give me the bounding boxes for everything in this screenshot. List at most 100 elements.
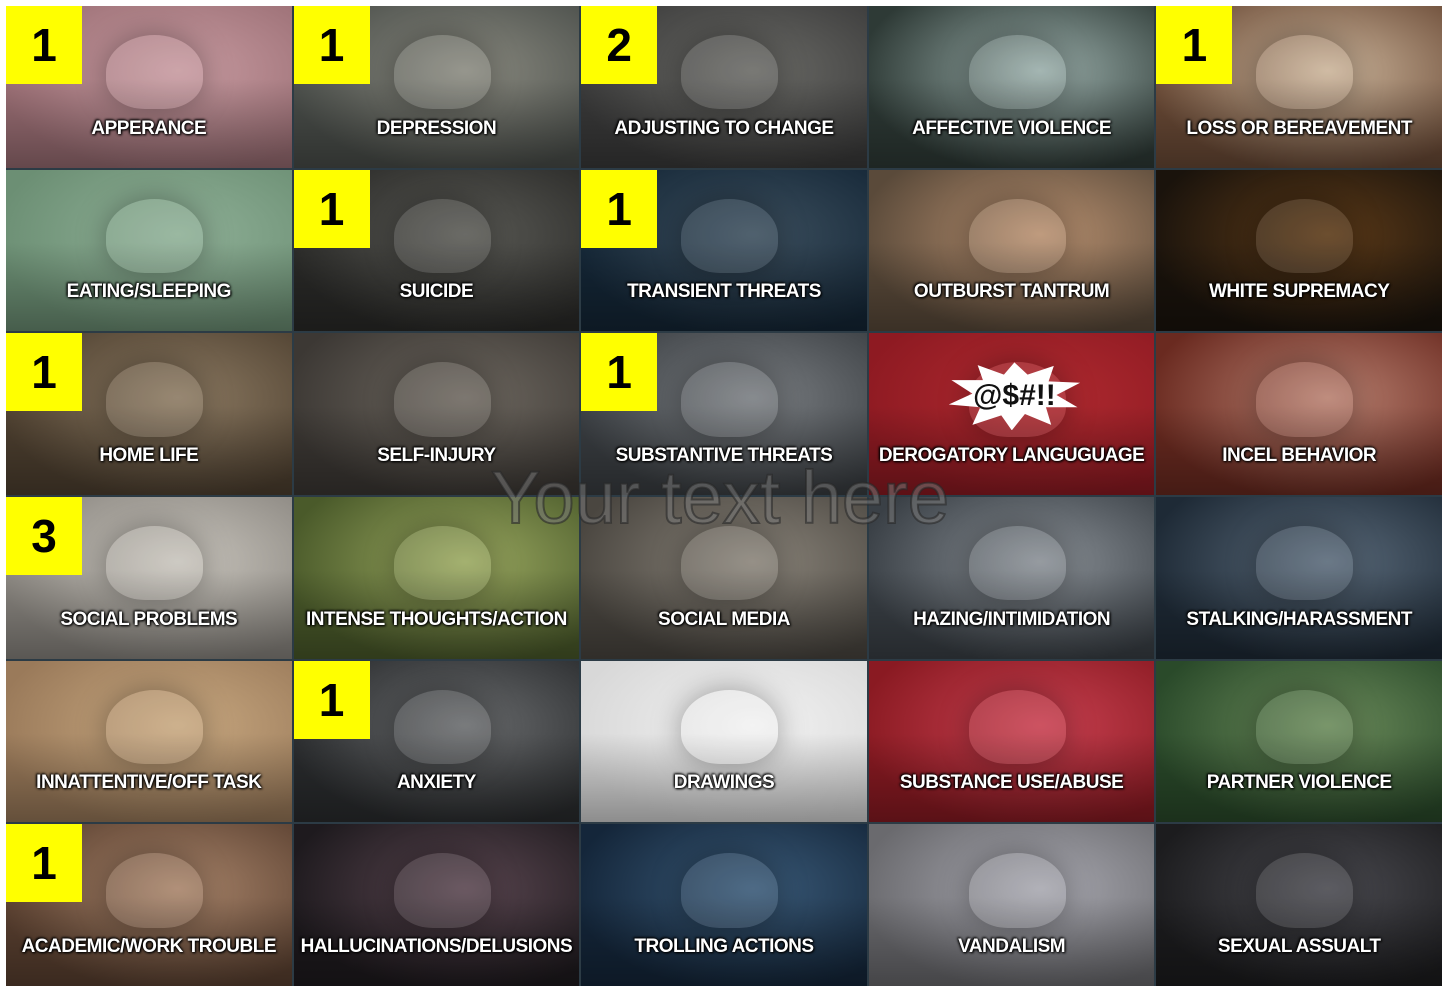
tile-label: WHITE SUPREMACY xyxy=(1208,281,1390,303)
count-badge: 1 xyxy=(1156,6,1233,84)
count-badge: 1 xyxy=(581,169,658,248)
concern-tile[interactable]: 1 HOME LIFE xyxy=(6,333,292,495)
tile-label: ANXIETY xyxy=(396,772,476,794)
tile-label: SEXUAL ASSUALT xyxy=(1217,936,1381,957)
torn-fabric-icon xyxy=(105,35,204,110)
blurred-face-icon xyxy=(393,853,491,928)
shadow-figure-icon xyxy=(1256,853,1354,928)
count-badge: 1 xyxy=(293,169,370,248)
tile-label: HOME LIFE xyxy=(99,445,199,466)
count-badge: 1 xyxy=(293,660,370,739)
hunched-person-icon xyxy=(393,198,491,274)
concern-tile[interactable]: VANDALISM xyxy=(868,824,1155,986)
couple-park-icon xyxy=(1256,689,1354,765)
concern-tile[interactable]: STALKING/HARASSMENT xyxy=(1156,497,1442,659)
tile-label: SUBSTANTIVE THREATS xyxy=(615,445,833,466)
tile-label: STALKING/HARASSMENT xyxy=(1186,608,1412,630)
concern-tile[interactable]: @$#!! DEROGATORY LANGUGUAGE xyxy=(868,333,1155,495)
tile-label: APPERANCE xyxy=(91,117,207,139)
count-badge: 1 xyxy=(581,333,658,412)
count-badge: 1 xyxy=(6,824,82,903)
tile-label: SUBSTANCE USE/ABUSE xyxy=(899,772,1124,794)
tile-label: ACADEMIC/WORK TROUBLE xyxy=(21,936,277,957)
frustrated-man-icon xyxy=(393,526,491,601)
gamer-headset-icon xyxy=(681,198,779,274)
concern-tile-grid: 1 APPERANCE 1 DEPRESSION 2 ADJUSTING TO CHANG… xyxy=(6,6,1442,986)
concern-tile[interactable]: 1 TRANSIENT THREATS xyxy=(581,169,867,332)
concern-tile[interactable]: SOCIAL MEDIA xyxy=(581,497,867,659)
tile-label: INCEL BEHAVIOR xyxy=(1222,445,1377,466)
concern-tile[interactable]: 1 SUBSTANTIVE THREATS xyxy=(581,333,867,495)
concern-tile[interactable]: 1 ANXIETY xyxy=(293,660,580,823)
tile-label: PARTNER VIOLENCE xyxy=(1206,772,1392,794)
concern-tile[interactable]: 3 SOCIAL PROBLEMS xyxy=(6,497,292,659)
tile-label: TROLLING ACTIONS xyxy=(634,936,814,957)
count-badge: 2 xyxy=(581,6,658,84)
concern-tile[interactable]: HALLUCINATIONS/DELUSIONS xyxy=(293,824,580,986)
tile-label: DEROGATORY LANGUGUAGE xyxy=(878,445,1145,466)
concern-tile[interactable]: SEXUAL ASSUALT xyxy=(1156,824,1442,986)
tile-label: VANDALISM xyxy=(958,936,1066,957)
concern-tile[interactable]: TROLLING ACTIONS xyxy=(581,824,867,986)
tile-label: SOCIAL MEDIA xyxy=(658,608,790,630)
grieving-person-icon xyxy=(1256,35,1354,110)
messy-room-icon xyxy=(105,362,204,437)
tile-label: SUICIDE xyxy=(399,281,474,303)
tile-label: TRANSIENT THREATS xyxy=(627,281,821,303)
red-cups-icon xyxy=(968,689,1066,765)
concern-tile[interactable]: 1 LOSS OR BEREAVEMENT xyxy=(1156,6,1442,168)
tile-label: INTENSE THOUGHTS/ACTION xyxy=(305,608,567,630)
stressed-woman-icon xyxy=(105,526,204,601)
concern-tile[interactable]: INCEL BEHAVIOR xyxy=(1156,333,1442,495)
concern-tile[interactable]: OUTBURST TANTRUM xyxy=(868,169,1155,332)
concern-tile[interactable]: PARTNER VIOLENCE xyxy=(1156,660,1442,823)
concern-tile[interactable]: 1 ACADEMIC/WORK TROUBLE xyxy=(6,824,292,986)
concern-tile[interactable]: INTENSE THOUGHTS/ACTION xyxy=(293,497,580,659)
tile-label: HAZING/INTIMIDATION xyxy=(913,608,1111,630)
concern-tile[interactable]: 1 APPERANCE xyxy=(6,6,292,168)
tile-label: OUTBURST TANTRUM xyxy=(913,281,1110,303)
concern-tile[interactable]: EATING/SLEEPING xyxy=(6,169,292,332)
arrow-blocks-icon xyxy=(105,689,204,765)
concern-tile[interactable]: SUBSTANCE USE/ABUSE xyxy=(868,660,1155,823)
torch-rally-icon xyxy=(1256,198,1354,274)
concern-tile[interactable]: AFFECTIVE VIOLENCE xyxy=(868,6,1155,168)
fist-icon xyxy=(681,362,779,437)
graffiti-wall-icon xyxy=(968,853,1066,928)
concern-tile[interactable]: 2 ADJUSTING TO CHANGE xyxy=(581,6,867,168)
sprout-icon xyxy=(681,35,779,110)
concern-tile[interactable]: 1 SUICIDE xyxy=(293,169,580,332)
count-badge: 3 xyxy=(6,497,82,575)
tile-label: SOCIAL PROBLEMS xyxy=(60,608,238,630)
count-badge: 1 xyxy=(6,333,82,412)
concern-tile[interactable]: WHITE SUPREMACY xyxy=(1156,169,1442,332)
sad-person-icon xyxy=(393,35,491,110)
tile-label: LOSS OR BEREAVEMENT xyxy=(1186,117,1412,139)
tile-label: ADJUSTING TO CHANGE xyxy=(614,117,834,139)
angry-man-icon xyxy=(1256,362,1354,437)
screaming-child-icon xyxy=(968,198,1066,274)
tile-label: EATING/SLEEPING xyxy=(66,281,232,303)
anxious-person-icon xyxy=(393,689,491,765)
tile-label: SELF-INJURY xyxy=(377,445,496,466)
tile-label: DEPRESSION xyxy=(376,117,497,139)
tile-label: HALLUCINATIONS/DELUSIONS xyxy=(300,936,573,957)
concern-tile[interactable]: SELF-INJURY xyxy=(293,333,580,495)
concern-tile[interactable]: 1 DEPRESSION xyxy=(293,6,580,168)
concern-tile[interactable]: INNATTENTIVE/OFF TASK xyxy=(6,660,292,823)
concern-tile[interactable]: HAZING/INTIMIDATION xyxy=(868,497,1155,659)
tile-label: DRAWINGS xyxy=(673,772,775,794)
phone-user-icon xyxy=(681,526,779,601)
sketch-rifle-icon xyxy=(681,689,779,765)
knife-icon xyxy=(393,362,491,437)
stressed-student-icon xyxy=(105,853,204,928)
tile-label: AFFECTIVE VIOLENCE xyxy=(912,117,1112,139)
gnome-figures-icon xyxy=(681,853,779,928)
concern-tile[interactable]: DRAWINGS xyxy=(581,660,867,823)
hooded-figure-icon xyxy=(1256,526,1354,601)
count-badge: 1 xyxy=(293,6,370,84)
count-badge: 1 xyxy=(6,6,82,84)
group-bullying-icon xyxy=(968,526,1066,601)
tile-label: INNATTENTIVE/OFF TASK xyxy=(36,772,262,794)
empty-plate-icon xyxy=(105,198,204,274)
